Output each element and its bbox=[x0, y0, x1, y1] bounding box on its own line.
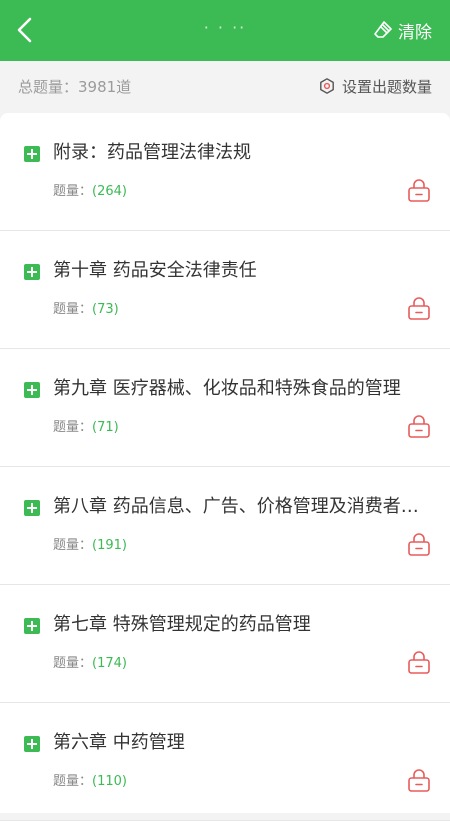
lock-icon bbox=[408, 533, 430, 556]
count-label: 题量： bbox=[53, 420, 93, 435]
chapter-title: 第六章 中药管理 bbox=[53, 732, 185, 753]
chapter-item[interactable]: 附录：药品管理法律法规 题量：(264) bbox=[0, 113, 450, 231]
lock-icon bbox=[408, 179, 430, 202]
page-title: · · ·· bbox=[203, 18, 247, 37]
eraser-icon bbox=[374, 21, 392, 38]
count-label: 题量： bbox=[53, 538, 93, 553]
chevron-left-icon bbox=[17, 17, 32, 43]
chapter-item[interactable]: 第六章 中药管理 题量：(110) bbox=[0, 703, 450, 821]
count-label: 题量： bbox=[53, 184, 93, 199]
clear-label: 清除 bbox=[398, 22, 432, 43]
count-value: (110) bbox=[92, 774, 127, 789]
chapter-item[interactable]: 第九章 医疗器械、化妆品和特殊食品的管理 题量：(71) bbox=[0, 349, 450, 467]
chapter-list: 附录：药品管理法律法规 题量：(264) 第十章 药品安全法律责任 题量：(73… bbox=[0, 113, 450, 821]
chapter-title: 第七章 特殊管理规定的药品管理 bbox=[53, 614, 311, 635]
chapter-item[interactable]: 第十章 药品安全法律责任 题量：(73) bbox=[0, 231, 450, 349]
count-label: 题量： bbox=[53, 774, 93, 789]
count-value: (73) bbox=[92, 302, 119, 317]
count-value: (264) bbox=[92, 184, 127, 199]
total-question-count: 总题量：3981道 bbox=[18, 77, 132, 96]
question-count: 题量：(73) bbox=[53, 301, 119, 319]
clear-button[interactable]: 清除 bbox=[373, 17, 432, 43]
question-count: 题量：(174) bbox=[53, 655, 127, 673]
count-value: (174) bbox=[92, 656, 127, 671]
gear-icon bbox=[320, 78, 334, 94]
app-header: · · ·· 清除 bbox=[0, 0, 450, 61]
expand-plus-icon[interactable] bbox=[24, 382, 40, 398]
chapter-item[interactable]: 第七章 特殊管理规定的药品管理 题量：(174) bbox=[0, 585, 450, 703]
expand-plus-icon[interactable] bbox=[24, 618, 40, 634]
count-label: 题量： bbox=[53, 302, 93, 317]
lock-icon bbox=[408, 415, 430, 438]
count-value: (71) bbox=[92, 420, 119, 435]
lock-icon bbox=[408, 297, 430, 320]
expand-plus-icon[interactable] bbox=[24, 264, 40, 280]
set-question-count-label: 设置出题数量 bbox=[341, 77, 432, 96]
chapter-title: 第十章 药品安全法律责任 bbox=[53, 260, 257, 281]
back-button[interactable] bbox=[10, 14, 42, 46]
question-count: 题量：(110) bbox=[53, 773, 127, 791]
chapter-item[interactable]: 第八章 药品信息、广告、价格管理及消费者… 题量：(191) bbox=[0, 467, 450, 585]
chapter-title: 第八章 药品信息、广告、价格管理及消费者… bbox=[53, 496, 419, 517]
question-count: 题量：(264) bbox=[53, 183, 127, 201]
count-value: (191) bbox=[92, 538, 127, 553]
lock-icon bbox=[408, 651, 430, 674]
chapter-title: 附录：药品管理法律法规 bbox=[53, 142, 251, 163]
question-count: 题量：(71) bbox=[53, 419, 119, 437]
question-count: 题量：(191) bbox=[53, 537, 127, 555]
expand-plus-icon[interactable] bbox=[24, 736, 40, 752]
summary-bar: 总题量：3981道 设置出题数量 bbox=[0, 61, 450, 111]
chapter-title: 第九章 医疗器械、化妆品和特殊食品的管理 bbox=[53, 378, 401, 399]
lock-icon bbox=[408, 769, 430, 792]
count-label: 题量： bbox=[53, 656, 93, 671]
expand-plus-icon[interactable] bbox=[24, 146, 40, 162]
expand-plus-icon[interactable] bbox=[24, 500, 40, 516]
set-question-count-button[interactable]: 设置出题数量 bbox=[318, 76, 432, 97]
